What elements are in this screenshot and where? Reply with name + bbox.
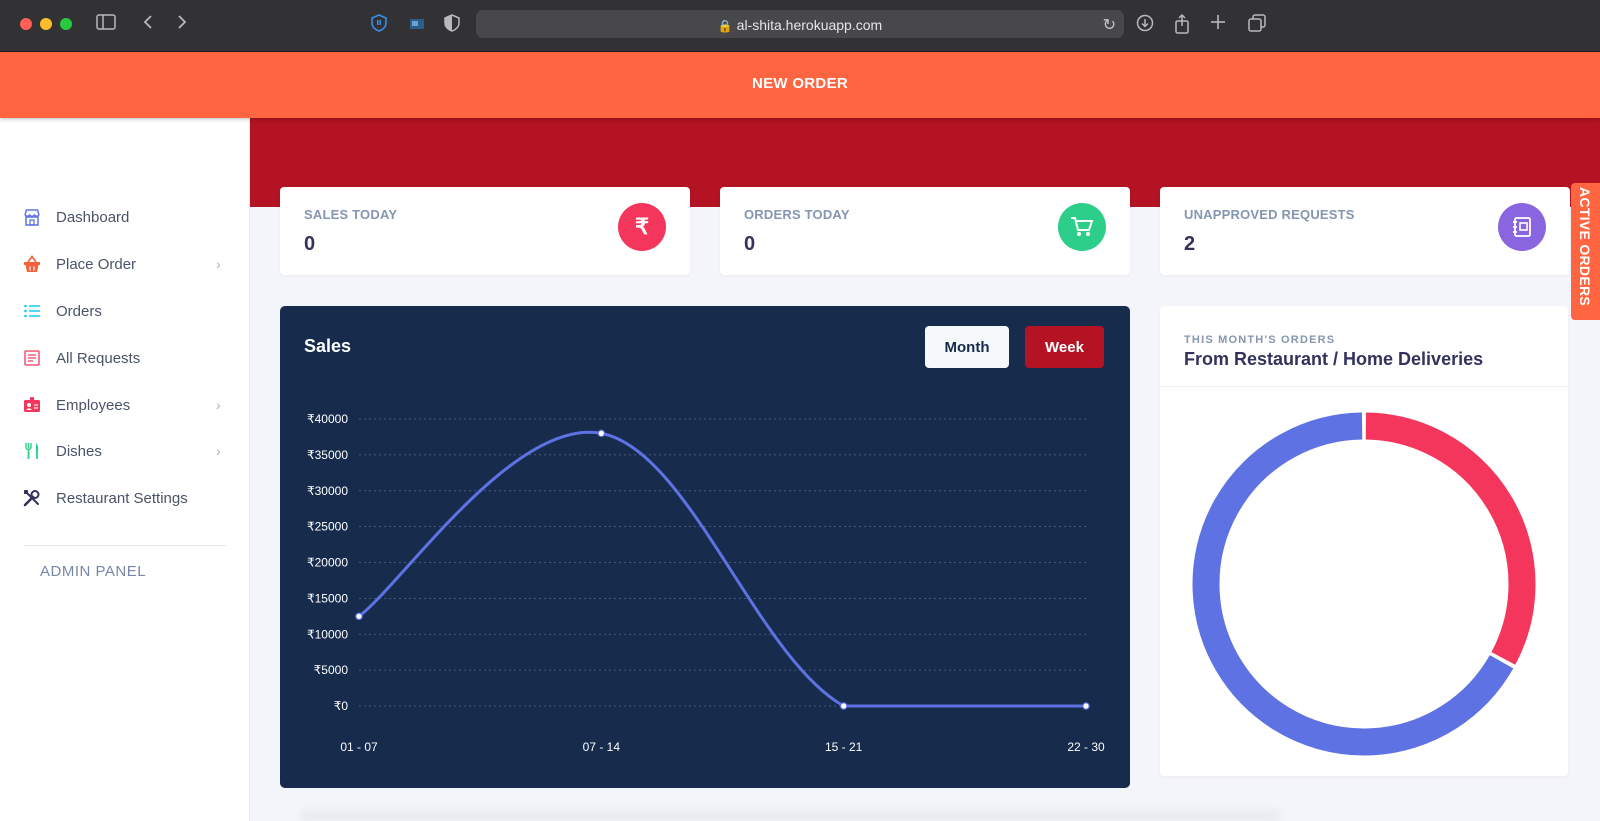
close-window-button[interactable] [20,18,32,30]
sidebar-item-label: Dashboard [56,208,130,226]
donut-card-eyebrow: THIS MONTH'S ORDERS [1184,334,1336,346]
y-tick-label: ₹15000 [307,591,348,605]
sidebar-item-dishes[interactable]: Dishes › [0,431,250,471]
zoom-window-button[interactable] [60,18,72,30]
chevron-right-icon: › [216,256,221,272]
sales-chart-card: ₹0 ₹5000 ₹10000 ₹15000 ₹20000 ₹25000 ₹30000 ₹35… [280,306,1130,788]
orders-donut-card: THIS MONTH'S ORDERS From Restaurant / Ho… [1160,306,1568,776]
y-tick-label: ₹0 [334,699,349,713]
active-orders-label: ACTIVE ORDERS [1577,187,1593,307]
active-orders-tab[interactable]: ACTIVE ORDERS [1571,183,1600,320]
forward-icon[interactable] [176,14,188,34]
donut-slice [1365,412,1536,665]
stat-title: UNAPPROVED REQUESTS [1184,207,1355,222]
y-tick-label: ₹5000 [314,663,349,677]
donut-card-title: From Restaurant / Home Deliveries [1184,349,1484,369]
store-icon [22,207,42,227]
basket-icon [22,254,42,274]
reload-icon[interactable]: ↻ [1103,15,1116,35]
sidebar-item-label: Orders [56,302,102,320]
stat-card-unapproved-requests: UNAPPROVED REQUESTS 2 [1160,187,1570,275]
notebook-icon [1498,203,1546,251]
next-card-edge [300,809,1280,821]
stat-title: SALES TODAY [304,207,398,222]
data-point [839,702,848,710]
address-bar[interactable]: 🔒 al-shita.herokuapp.com ↻ [476,10,1124,38]
data-point [597,429,606,438]
rupee-icon: ₹ [618,203,666,251]
x-tick-label: 22 - 30 [1067,740,1105,754]
month-button[interactable]: Month [925,326,1009,368]
data-point [1082,702,1090,710]
stat-card-sales-today: SALES TODAY 0 ₹ [280,187,690,275]
y-tick-label: ₹10000 [307,627,348,641]
y-tick-label: ₹30000 [307,484,348,498]
sales-line-chart: ₹0 ₹5000 ₹10000 ₹15000 ₹20000 ₹25000 ₹30000 ₹35… [307,412,1105,754]
data-point [355,612,363,621]
new-order-button[interactable]: NEW ORDER [0,52,1600,118]
sidebar-item-label: Restaurant Settings [56,489,188,507]
sidebar-item-restaurant-settings[interactable]: Restaurant Settings [0,478,250,518]
password-extension-icon[interactable] [370,14,388,36]
extension-icon[interactable] [408,14,426,36]
x-tick-label: 01 - 07 [340,740,378,754]
stat-value: 0 [744,233,756,255]
cart-icon [1058,203,1106,251]
tools-icon [22,488,42,508]
week-button[interactable]: Week [1025,326,1104,368]
page: NEW ORDER Dashboard Place Order › Orders [0,52,1600,821]
receipt-icon [22,348,42,368]
list-icon [22,301,42,321]
downloads-icon[interactable] [1136,14,1154,36]
y-tick-label: ₹35000 [307,448,348,462]
stat-card-orders-today: ORDERS TODAY 0 [720,187,1130,275]
y-tick-label: ₹25000 [307,520,348,534]
admin-panel-link[interactable]: ADMIN PANEL [40,563,146,580]
sidebar-item-place-order[interactable]: Place Order › [0,244,250,284]
sidebar-item-employees[interactable]: Employees › [0,385,250,425]
stat-value: 2 [1184,233,1196,255]
y-tick-label: ₹40000 [307,412,348,426]
browser-toolbar: 🔒 al-shita.herokuapp.com ↻ [0,0,1600,52]
new-tab-icon[interactable] [1210,14,1226,34]
share-icon[interactable] [1174,13,1190,38]
address-url: 🔒 al-shita.herokuapp.com [717,17,883,33]
sidebar-item-label: All Requests [56,349,141,367]
stat-value: 0 [304,233,316,255]
minimize-window-button[interactable] [40,18,52,30]
sales-chart-title: Sales [304,336,352,356]
chevron-right-icon: › [216,397,221,413]
back-icon[interactable] [142,14,154,34]
x-tick-label: 15 - 21 [825,740,863,754]
sidebar-item-dashboard[interactable]: Dashboard [0,197,250,237]
privacy-shield-icon[interactable] [444,14,460,36]
sidebar-item-orders[interactable]: Orders [0,291,250,331]
orders-donut-chart [1192,412,1536,756]
sidebar-item-label: Employees [56,396,131,414]
sales-series-line [358,430,1086,708]
x-tick-label: 07 - 14 [583,740,621,754]
sidebar: Dashboard Place Order › Orders All Reque… [0,104,250,821]
stat-title: ORDERS TODAY [744,207,850,222]
sidebar-toggle-icon[interactable] [96,14,116,34]
id-badge-icon [22,395,42,415]
sidebar-item-label: Dishes [56,442,102,460]
y-tick-label: ₹20000 [307,556,348,570]
sidebar-divider [24,545,226,546]
lock-icon: 🔒 [717,19,733,33]
chevron-right-icon: › [216,443,221,459]
sidebar-item-all-requests[interactable]: All Requests [0,338,250,378]
tab-overview-icon[interactable] [1248,14,1266,36]
sidebar-item-label: Place Order [56,255,137,273]
utensils-icon [22,441,42,461]
